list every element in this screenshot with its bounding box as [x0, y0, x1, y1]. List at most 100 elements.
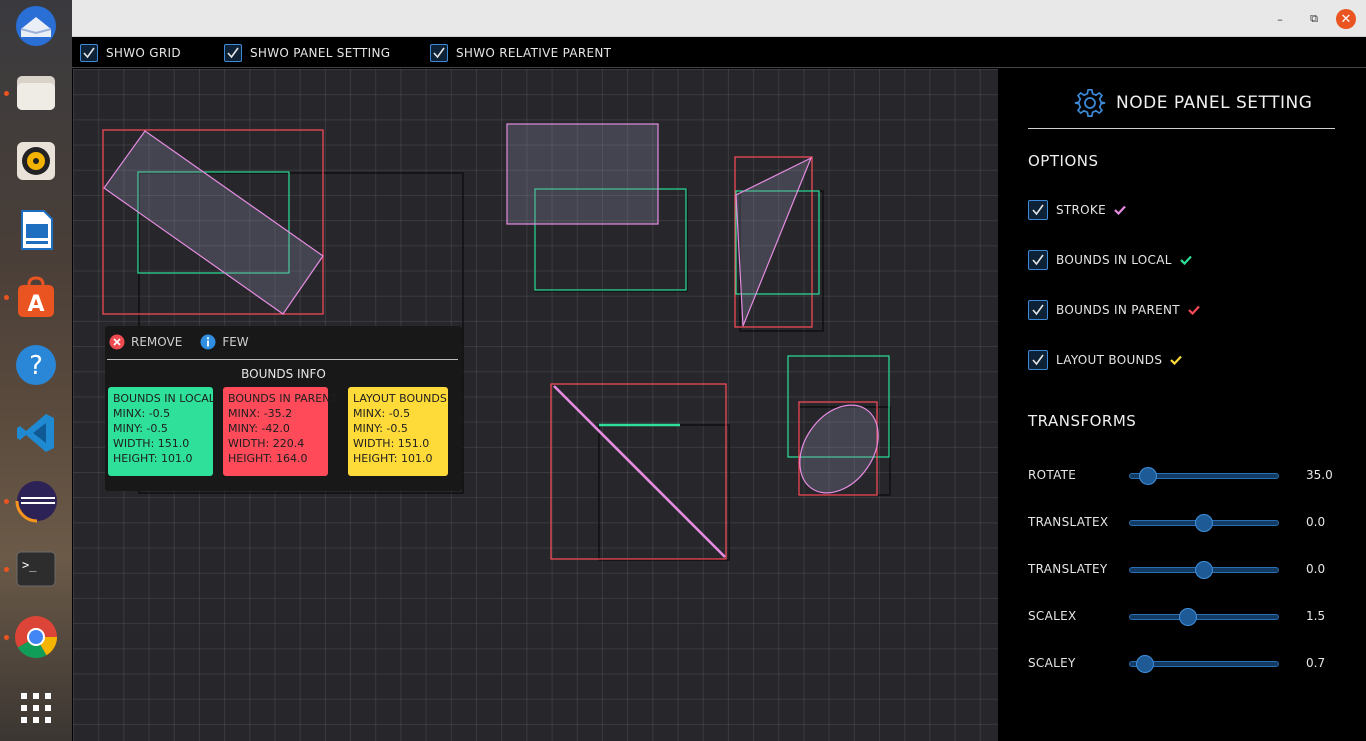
- rotate-value: 35.0: [1306, 468, 1333, 482]
- translatex-slider[interactable]: [1129, 514, 1279, 532]
- rotate-slider-row: ROTATE 35.0: [1028, 466, 1348, 486]
- minimize-button[interactable]: –: [1270, 9, 1290, 29]
- rhythmbox-icon[interactable]: [12, 137, 60, 185]
- layout-bounds-label: LAYOUT BOUNDS: [1056, 353, 1163, 367]
- width-value: WIDTH: 151.0: [113, 437, 190, 450]
- translatex-slider-row: TRANSLATEX 0.0: [1028, 513, 1348, 533]
- scalex-slider-row: SCALEX 1.5: [1028, 607, 1348, 627]
- ellipse-node[interactable]: [784, 355, 895, 508]
- bounds-info-title: BOUNDS INFO: [241, 367, 326, 381]
- few-button[interactable]: FEW: [200, 334, 249, 350]
- slider-thumb[interactable]: [1135, 655, 1154, 673]
- slider-thumb[interactable]: [1195, 561, 1213, 579]
- card-title: BOUNDS IN LOCAL: [113, 392, 215, 405]
- eclipse-icon[interactable]: [12, 477, 60, 525]
- slider-thumb[interactable]: [1178, 608, 1197, 626]
- bounds-in-local-card: BOUNDS IN LOCAL MINX: -0.5 MINY: -0.5 WI…: [108, 387, 215, 476]
- libreoffice-writer-icon[interactable]: [12, 206, 60, 254]
- show-panel-setting-checkbox[interactable]: SHWO PANEL SETTING: [224, 43, 390, 63]
- height-value: HEIGHT: 164.0: [228, 452, 308, 465]
- rotate-label: ROTATE: [1028, 468, 1077, 482]
- files-icon[interactable]: [12, 69, 60, 117]
- dock: A ? >_: [0, 0, 72, 741]
- check-mark-icon: [1179, 255, 1192, 265]
- options-heading: OPTIONS: [1028, 152, 1099, 170]
- card-title: BOUNDS IN PARENT: [228, 392, 338, 405]
- restore-button[interactable]: ⧉: [1304, 9, 1324, 29]
- chrome-icon[interactable]: [12, 613, 60, 661]
- translatex-label: TRANSLATEX: [1028, 515, 1109, 529]
- few-label: FEW: [222, 335, 249, 349]
- show-grid-label: SHWO GRID: [106, 46, 181, 60]
- bounds-in-parent-option[interactable]: BOUNDS IN PARENT: [1028, 300, 1200, 320]
- check-mark-icon: [1188, 305, 1200, 315]
- software-center-icon[interactable]: A: [12, 273, 60, 321]
- scaley-slider[interactable]: [1129, 655, 1279, 673]
- remove-button[interactable]: REMOVE: [109, 334, 182, 350]
- app-window: – ⧉ ✕ SHWO GRID SHWO PANEL SETTING SHWO …: [72, 0, 1366, 741]
- height-value: HEIGHT: 101.0: [113, 452, 193, 465]
- checkbox-checked-icon: [80, 44, 98, 62]
- layout-bounds-option[interactable]: LAYOUT BOUNDS: [1028, 350, 1183, 370]
- translatey-slider-row: TRANSLATEY 0.0: [1028, 560, 1348, 580]
- bounds-info-popup: REMOVE FEW BOUNDS INFO BOUNDS IN LOCAL M…: [105, 326, 462, 491]
- width-value: WIDTH: 220.4: [228, 437, 305, 450]
- checkbox-checked-icon: [1028, 350, 1048, 370]
- rotated-rectangle-shape: [103, 130, 324, 315]
- app-grid-icon[interactable]: [12, 684, 60, 732]
- scaley-label: SCALEY: [1028, 656, 1076, 670]
- bounds-in-parent-label: BOUNDS IN PARENT: [1056, 303, 1180, 317]
- checkbox-checked-icon: [1028, 300, 1048, 320]
- ellipse-shape: [799, 404, 879, 494]
- slider-thumb[interactable]: [1195, 514, 1213, 532]
- triangle-shape: [735, 156, 813, 327]
- show-relative-parent-checkbox[interactable]: SHWO RELATIVE PARENT: [430, 43, 611, 63]
- slider-thumb[interactable]: [1138, 467, 1157, 485]
- card-title: LAYOUT BOUNDS: [353, 392, 447, 405]
- checkbox-checked-icon: [1028, 250, 1048, 270]
- transforms-heading: TRANSFORMS: [1028, 412, 1137, 430]
- stroke-option[interactable]: STROKE: [1028, 200, 1126, 220]
- svg-text:>_: >_: [22, 558, 37, 572]
- line-node[interactable]: [550, 383, 730, 561]
- thunderbird-icon[interactable]: [12, 2, 60, 50]
- help-icon[interactable]: ?: [12, 341, 60, 389]
- node-panel-setting: NODE PANEL SETTING OPTIONS STROKE BOUNDS…: [998, 69, 1366, 741]
- canvas[interactable]: REMOVE FEW BOUNDS INFO BOUNDS IN LOCAL M…: [73, 69, 998, 741]
- rectangle-node[interactable]: [506, 123, 688, 292]
- info-icon: [200, 334, 216, 350]
- stroke-label: STROKE: [1056, 203, 1106, 217]
- show-relative-parent-label: SHWO RELATIVE PARENT: [456, 46, 612, 60]
- bounds-in-parent-card: BOUNDS IN PARENT MINX: -35.2 MINY: -42.0…: [223, 387, 338, 476]
- minx-value: MINX: -0.5: [353, 407, 411, 420]
- terminal-icon[interactable]: >_: [12, 545, 60, 593]
- minx-value: MINX: -0.5: [113, 407, 171, 420]
- gear-icon: [1074, 88, 1106, 117]
- check-mark-icon: [1114, 205, 1126, 215]
- svg-text:?: ?: [29, 351, 43, 381]
- translatey-slider[interactable]: [1129, 561, 1279, 579]
- scalex-value: 1.5: [1306, 609, 1326, 623]
- scalex-label: SCALEX: [1028, 609, 1077, 623]
- translatex-value: 0.0: [1306, 515, 1326, 529]
- show-panel-setting-label: SHWO PANEL SETTING: [250, 46, 391, 60]
- triangle-node[interactable]: [734, 156, 824, 332]
- divider: [1028, 128, 1335, 129]
- translatey-value: 0.0: [1306, 562, 1326, 576]
- line-shape: [553, 385, 726, 558]
- rotate-slider[interactable]: [1129, 467, 1279, 485]
- miny-value: MINY: -0.5: [113, 422, 168, 435]
- minx-value: MINX: -35.2: [228, 407, 293, 420]
- remove-label: REMOVE: [131, 335, 183, 349]
- scaley-slider-row: SCALEY 0.7: [1028, 654, 1348, 674]
- remove-icon: [109, 334, 125, 350]
- bounds-in-local-option[interactable]: BOUNDS IN LOCAL: [1028, 250, 1192, 270]
- scalex-slider[interactable]: [1129, 608, 1279, 626]
- divider: [107, 359, 458, 360]
- svg-text:A: A: [27, 292, 44, 317]
- close-button[interactable]: ✕: [1336, 9, 1356, 29]
- show-grid-checkbox[interactable]: SHWO GRID: [80, 43, 181, 63]
- translatey-label: TRANSLATEY: [1028, 562, 1108, 576]
- vscode-icon[interactable]: [12, 409, 60, 457]
- titlebar: – ⧉ ✕: [72, 0, 1366, 37]
